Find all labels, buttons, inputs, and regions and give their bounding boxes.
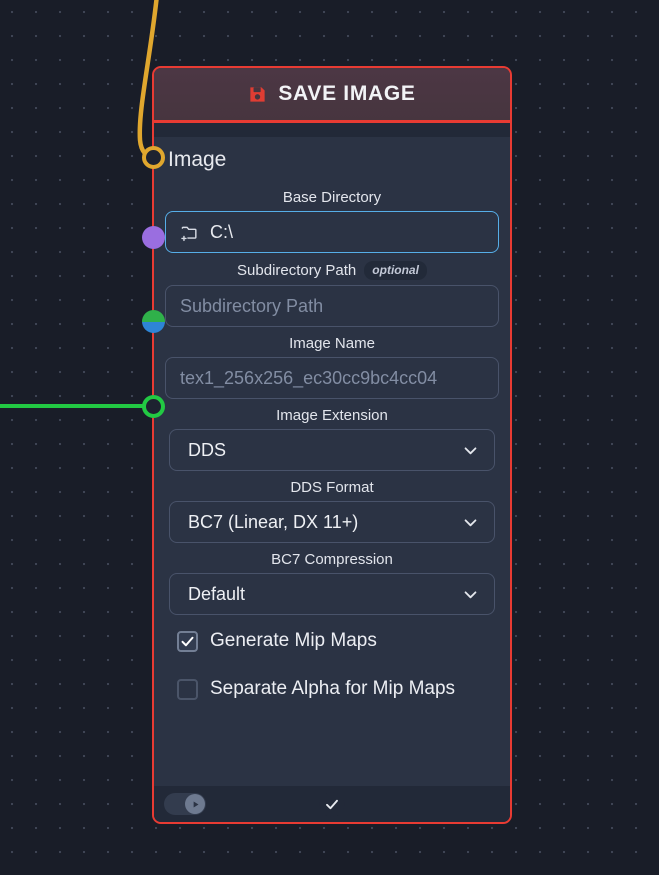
subdirectory-path-field: Subdirectory Path optional Subdirectory … bbox=[165, 255, 499, 327]
separate-alpha-checkbox[interactable] bbox=[177, 678, 198, 700]
bc7-compression-label: BC7 Compression bbox=[271, 551, 393, 568]
subdirectory-path-label: Subdirectory Path optional bbox=[168, 255, 496, 285]
image-output-port[interactable] bbox=[142, 146, 165, 169]
node-header[interactable]: SAVE IMAGE bbox=[154, 68, 510, 123]
node-footer bbox=[154, 786, 510, 822]
generate-mip-maps-row[interactable]: Generate Mip Maps bbox=[168, 617, 496, 665]
run-toggle[interactable] bbox=[164, 793, 206, 815]
base-directory-input[interactable]: C:\ bbox=[165, 211, 499, 253]
generate-mip-maps-checkbox[interactable] bbox=[177, 630, 198, 652]
base-directory-port[interactable] bbox=[142, 226, 165, 249]
folder-plus-icon bbox=[180, 223, 199, 242]
image-name-placeholder: tex1_256x256_ec30cc9bc4cc04 bbox=[180, 367, 438, 388]
header-strip bbox=[154, 123, 510, 137]
confirm-button[interactable] bbox=[319, 791, 345, 817]
dds-format-value: BC7 (Linear, DX 11+) bbox=[188, 511, 359, 532]
chevron-down-icon bbox=[462, 586, 479, 603]
chevron-down-icon bbox=[462, 442, 479, 459]
image-output-row: Image bbox=[168, 137, 496, 183]
subdirectory-path-input[interactable]: Subdirectory Path bbox=[165, 285, 499, 327]
image-name-port[interactable] bbox=[142, 395, 165, 418]
subdirectory-path-placeholder: Subdirectory Path bbox=[180, 295, 324, 316]
node-title: SAVE IMAGE bbox=[278, 82, 416, 105]
image-extension-value: DDS bbox=[188, 439, 227, 460]
node-body: Image Base Directory C:\ Subdirectory Pa… bbox=[154, 137, 510, 786]
image-extension-label: Image Extension bbox=[276, 407, 388, 424]
image-name-label: Image Name bbox=[289, 335, 375, 352]
base-directory-value: C:\ bbox=[210, 221, 234, 242]
chevron-down-icon bbox=[462, 514, 479, 531]
base-directory-field: Base Directory C:\ bbox=[165, 183, 499, 253]
bc7-compression-select[interactable]: Default bbox=[169, 573, 495, 615]
save-image-node[interactable]: SAVE IMAGE Image Base Directory C:\ Subd… bbox=[152, 66, 512, 824]
image-name-input[interactable]: tex1_256x256_ec30cc9bc4cc04 bbox=[165, 357, 499, 399]
dds-format-label: DDS Format bbox=[290, 479, 374, 496]
image-extension-field: Image Extension DDS bbox=[168, 401, 496, 471]
dds-format-select[interactable]: BC7 (Linear, DX 11+) bbox=[169, 501, 495, 543]
image-extension-select[interactable]: DDS bbox=[169, 429, 495, 471]
image-name-field: Image Name tex1_256x256_ec30cc9bc4cc04 bbox=[165, 329, 499, 399]
dds-format-field: DDS Format BC7 (Linear, DX 11+) bbox=[168, 473, 496, 543]
bc7-compression-value: Default bbox=[188, 583, 246, 604]
separate-alpha-row[interactable]: Separate Alpha for Mip Maps bbox=[168, 665, 496, 713]
separate-alpha-label: Separate Alpha for Mip Maps bbox=[210, 678, 456, 699]
base-directory-label: Base Directory bbox=[282, 189, 382, 206]
bc7-compression-field: BC7 Compression Default bbox=[168, 545, 496, 615]
generate-mip-maps-label: Generate Mip Maps bbox=[210, 630, 377, 651]
subdirectory-path-port[interactable] bbox=[142, 310, 165, 333]
save-floppy-icon bbox=[248, 85, 267, 104]
toggle-knob bbox=[185, 794, 205, 814]
image-output-label: Image bbox=[168, 148, 227, 171]
optional-badge: optional bbox=[364, 261, 427, 280]
